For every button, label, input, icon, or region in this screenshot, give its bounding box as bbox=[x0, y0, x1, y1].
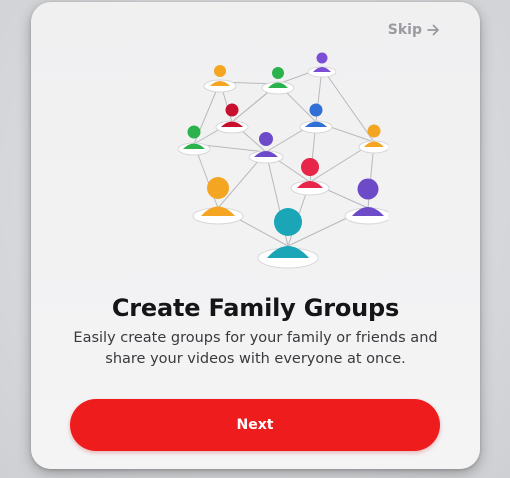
next-button[interactable]: Next bbox=[70, 399, 440, 451]
family-network-illustration bbox=[177, 52, 388, 269]
page-subtitle: Easily create groups for your family or … bbox=[73, 330, 438, 367]
arrow-right-icon bbox=[427, 24, 439, 36]
skip-button[interactable]: Skip bbox=[388, 22, 440, 38]
onboarding-card: Skip Create Family Groups Easily create … bbox=[31, 2, 480, 469]
person-node-purple-center bbox=[248, 132, 284, 164]
skip-label: Skip bbox=[387, 22, 422, 38]
person-node-orange-small bbox=[203, 65, 237, 93]
page-title: Create Family Groups bbox=[111, 294, 400, 322]
person-node-orange-large bbox=[192, 177, 244, 225]
person-node-green-small bbox=[261, 67, 295, 95]
person-node-purple-small bbox=[307, 52, 337, 78]
person-node-purple-bearded bbox=[344, 178, 388, 225]
person-node-crimson bbox=[215, 103, 249, 134]
person-node-teal-woman bbox=[257, 208, 319, 269]
person-node-red-girl bbox=[290, 158, 330, 196]
person-node-green-left bbox=[177, 125, 211, 156]
